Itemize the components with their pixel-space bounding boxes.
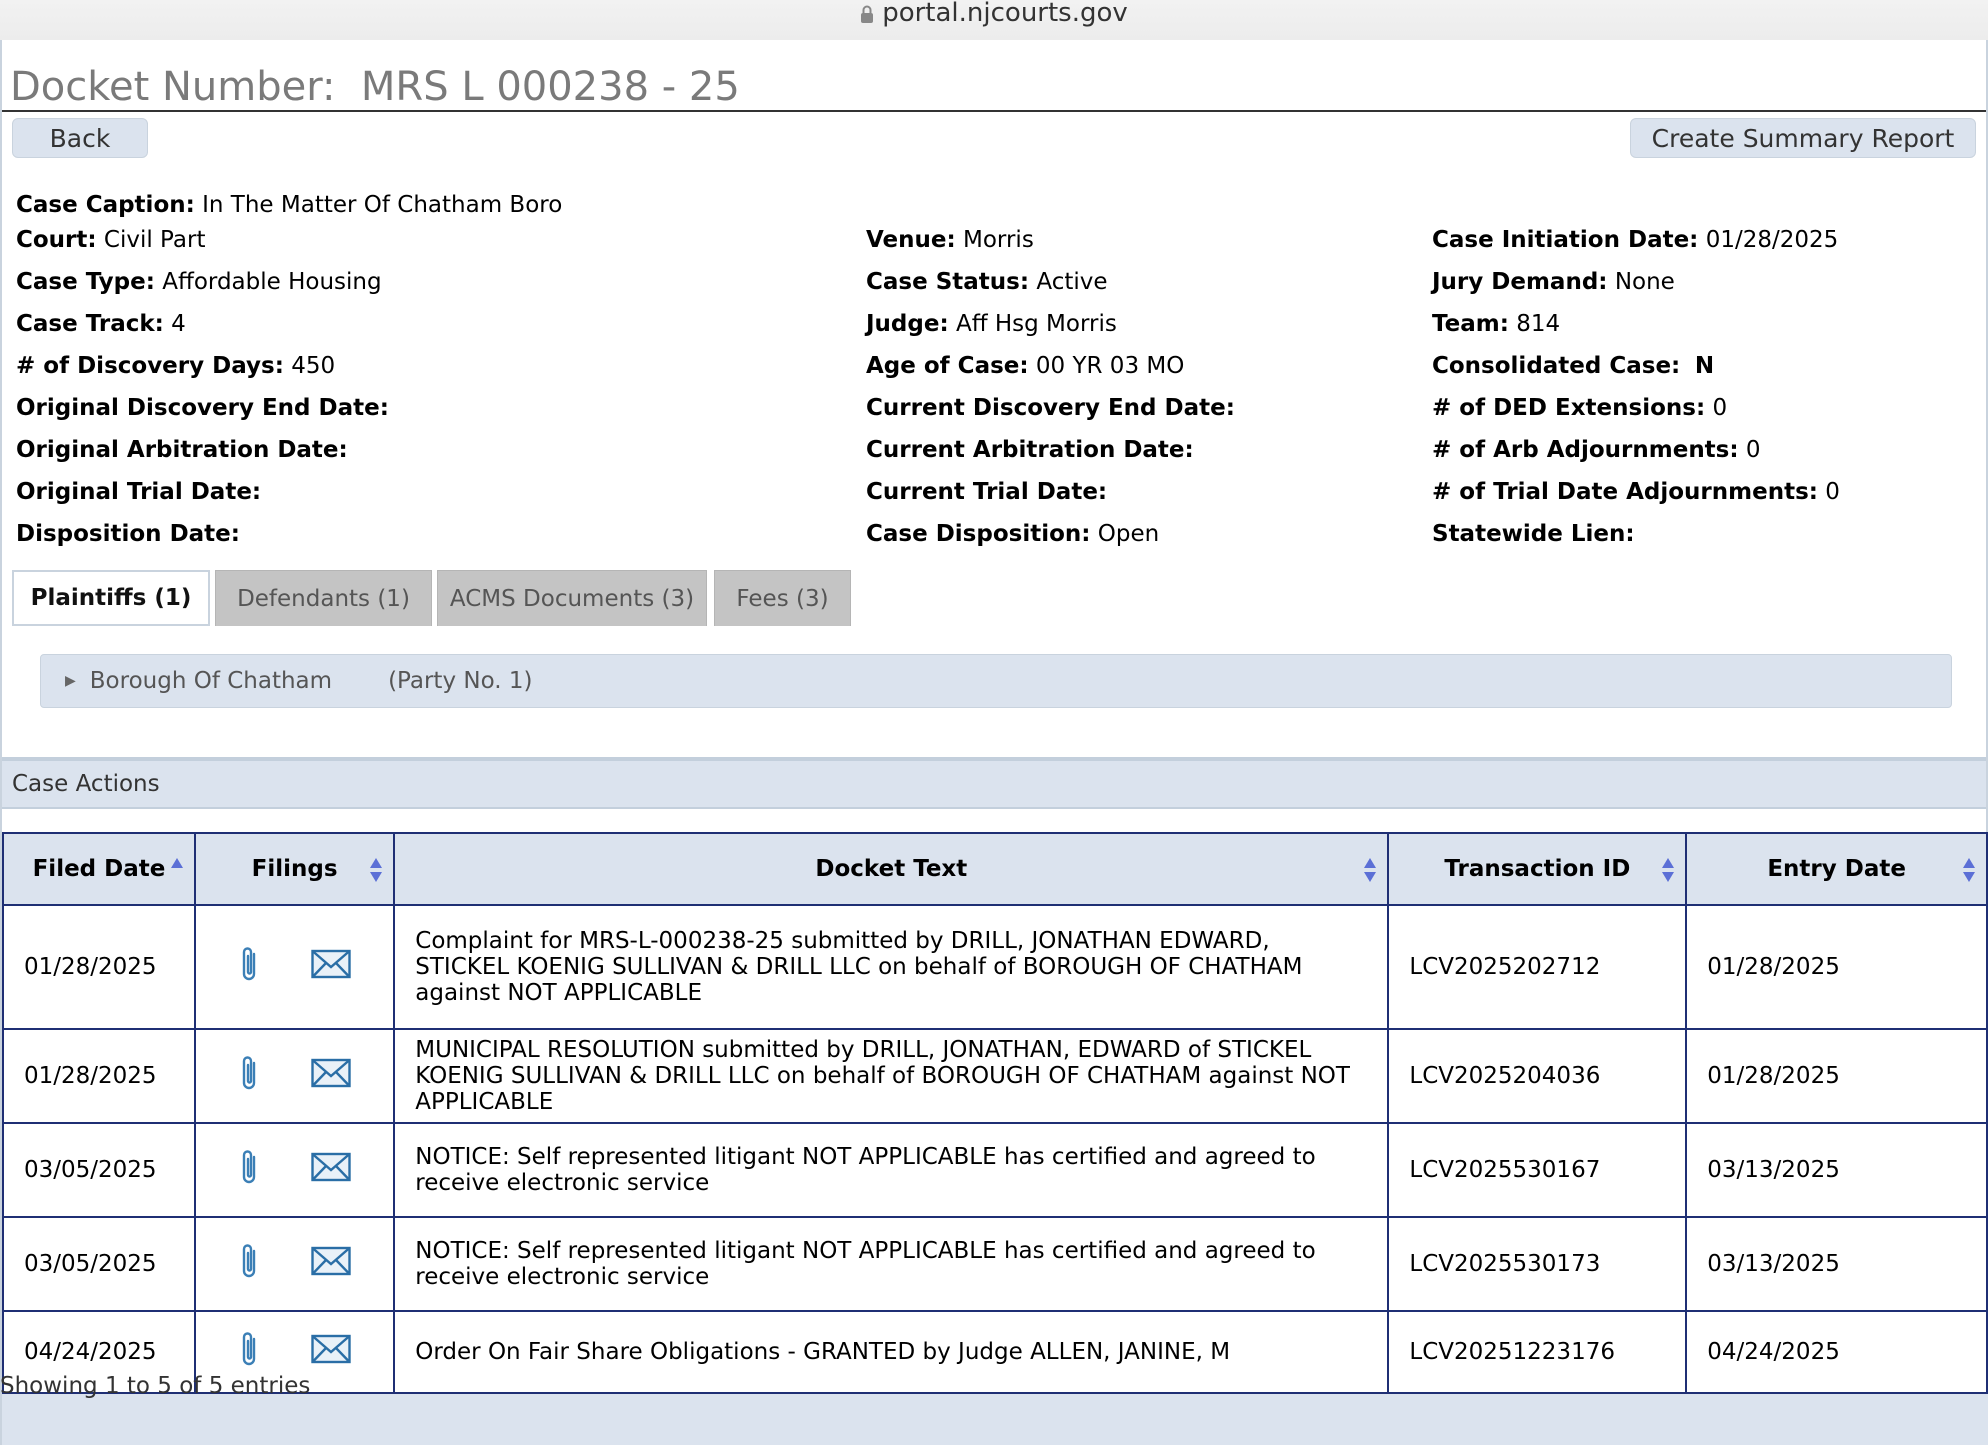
current-arbitration-field: Current Arbitration Date:: [866, 437, 1194, 463]
original-arbitration-field: Original Arbitration Date:: [16, 437, 348, 463]
docket-label: Docket Number:: [10, 64, 336, 110]
envelope-icon[interactable]: [311, 1058, 351, 1094]
tab-fees[interactable]: Fees (3): [714, 570, 851, 626]
lock-icon: [860, 2, 874, 28]
envelope-icon[interactable]: [311, 1152, 351, 1188]
title-divider: [2, 110, 1986, 112]
transaction-id-cell: LCV2025530167: [1387, 1122, 1688, 1218]
paperclip-icon[interactable]: [238, 1329, 260, 1375]
sort-icon: [1662, 858, 1675, 882]
entry-date-cell: 04/24/2025: [1685, 1310, 1988, 1394]
page-title: Docket Number: MRS L 000238 - 25: [10, 64, 740, 110]
trial-adjournments-field: # of Trial Date Adjournments: 0: [1432, 479, 1840, 505]
back-button[interactable]: Back: [12, 118, 148, 158]
sort-icon: [370, 858, 383, 882]
filings-cell: [193, 1216, 396, 1312]
jury-demand-field: Jury Demand: None: [1432, 269, 1675, 295]
case-actions-table: Filed Date Filings Docket Text Transacti…: [2, 832, 1988, 1394]
column-header-filings[interactable]: Filings: [193, 832, 396, 906]
envelope-icon[interactable]: [311, 949, 351, 985]
entry-date-cell: 03/13/2025: [1685, 1216, 1988, 1312]
original-discovery-end-field: Original Discovery End Date:: [16, 395, 389, 421]
entry-date-cell: 03/13/2025: [1685, 1122, 1988, 1218]
column-header-docket-text[interactable]: Docket Text: [393, 832, 1390, 906]
paperclip-icon[interactable]: [238, 944, 260, 990]
docket-page: Docket Number: MRS L 000238 - 25 Back Cr…: [0, 40, 1988, 1445]
paperclip-icon[interactable]: [238, 1053, 260, 1099]
current-discovery-end-field: Current Discovery End Date:: [866, 395, 1235, 421]
tab-plaintiffs[interactable]: Plaintiffs (1): [12, 570, 210, 626]
filed-date-cell: 03/05/2025: [2, 1122, 196, 1218]
entries-count: Showing 1 to 5 of 5 entries: [0, 1373, 311, 1399]
consolidated-case-field: Consolidated Case: N: [1432, 353, 1715, 379]
entry-date-cell: 01/28/2025: [1685, 904, 1988, 1030]
party-number: (Party No. 1): [388, 668, 533, 694]
expand-triangle-icon: ▶: [65, 673, 76, 689]
transaction-id-cell: LCV2025202712: [1387, 904, 1688, 1030]
paperclip-icon[interactable]: [238, 1241, 260, 1287]
filings-cell: [193, 904, 396, 1030]
docket-text-cell: Order On Fair Share Obligations - GRANTE…: [393, 1310, 1390, 1394]
filed-date-cell: 03/05/2025: [2, 1216, 196, 1312]
sort-ascending-icon: [170, 858, 183, 868]
case-caption: Case Caption: In The Matter Of Chatham B…: [16, 192, 563, 218]
filed-date-cell: 01/28/2025: [2, 1028, 196, 1124]
case-type-field: Case Type: Affordable Housing: [16, 269, 382, 295]
create-summary-report-button[interactable]: Create Summary Report: [1630, 118, 1976, 158]
column-header-transaction-id[interactable]: Transaction ID: [1387, 832, 1688, 906]
arb-adjournments-field: # of Arb Adjournments: 0: [1432, 437, 1761, 463]
age-of-case-field: Age of Case: 00 YR 03 MO: [866, 353, 1185, 379]
transaction-id-cell: LCV2025530173: [1387, 1216, 1688, 1312]
filings-cell: [193, 1028, 396, 1124]
tab-acms-documents[interactable]: ACMS Documents (3): [437, 570, 707, 626]
envelope-icon[interactable]: [311, 1334, 351, 1370]
url-text: portal.njcourts.gov: [882, 0, 1128, 28]
filings-cell: [193, 1122, 396, 1218]
ded-extensions-field: # of DED Extensions: 0: [1432, 395, 1728, 421]
case-track-field: Case Track: 4: [16, 311, 186, 337]
current-trial-field: Current Trial Date:: [866, 479, 1108, 505]
table-row: 03/05/2025 NOTICE: Self represented liti…: [2, 1216, 1988, 1312]
judge-field: Judge: Aff Hsg Morris: [866, 311, 1117, 337]
sort-icon: [1364, 858, 1377, 882]
party-row-expander[interactable]: ▶ Borough Of Chatham (Party No. 1): [40, 654, 1952, 708]
original-trial-field: Original Trial Date:: [16, 479, 262, 505]
docket-text-cell: Complaint for MRS-L-000238-25 submitted …: [393, 904, 1390, 1030]
initiation-date-field: Case Initiation Date: 01/28/2025: [1432, 227, 1839, 253]
case-status-field: Case Status: Active: [866, 269, 1108, 295]
sort-icon: [1963, 858, 1975, 882]
venue-field: Venue: Morris: [866, 227, 1034, 253]
column-header-filed-date[interactable]: Filed Date: [2, 832, 196, 906]
browser-url-bar[interactable]: portal.njcourts.gov: [0, 0, 1988, 40]
case-actions-header: Case Actions: [2, 761, 1986, 809]
docket-number: MRS L 000238 - 25: [360, 64, 740, 110]
docket-text-cell: MUNICIPAL RESOLUTION submitted by DRILL,…: [393, 1028, 1390, 1124]
column-header-entry-date[interactable]: Entry Date: [1685, 832, 1988, 906]
table-footer: [2, 1394, 1988, 1445]
party-name: Borough Of Chatham: [89, 668, 333, 694]
disposition-date-field: Disposition Date:: [16, 521, 240, 547]
transaction-id-cell: LCV20251223176: [1387, 1310, 1688, 1394]
entry-date-cell: 01/28/2025: [1685, 1028, 1988, 1124]
paperclip-icon[interactable]: [238, 1147, 260, 1193]
case-disposition-field: Case Disposition: Open: [866, 521, 1160, 547]
statewide-lien-field: Statewide Lien:: [1432, 521, 1635, 547]
table-row: 03/05/2025 NOTICE: Self represented liti…: [2, 1122, 1988, 1218]
team-field: Team: 814: [1432, 311, 1561, 337]
transaction-id-cell: LCV2025204036: [1387, 1028, 1688, 1124]
table-row: 01/28/2025 MUNICIPAL RESOLUTION submitte…: [2, 1028, 1988, 1124]
discovery-days-field: # of Discovery Days: 450: [16, 353, 336, 379]
envelope-icon[interactable]: [311, 1246, 351, 1282]
tab-defendants[interactable]: Defendants (1): [215, 570, 432, 626]
court-field: Court: Civil Part: [16, 227, 206, 253]
filed-date-cell: 01/28/2025: [2, 904, 196, 1030]
docket-text-cell: NOTICE: Self represented litigant NOT AP…: [393, 1122, 1390, 1218]
docket-text-cell: NOTICE: Self represented litigant NOT AP…: [393, 1216, 1390, 1312]
table-row: 01/28/2025 Complaint for MRS-L-000238-25…: [2, 904, 1988, 1030]
